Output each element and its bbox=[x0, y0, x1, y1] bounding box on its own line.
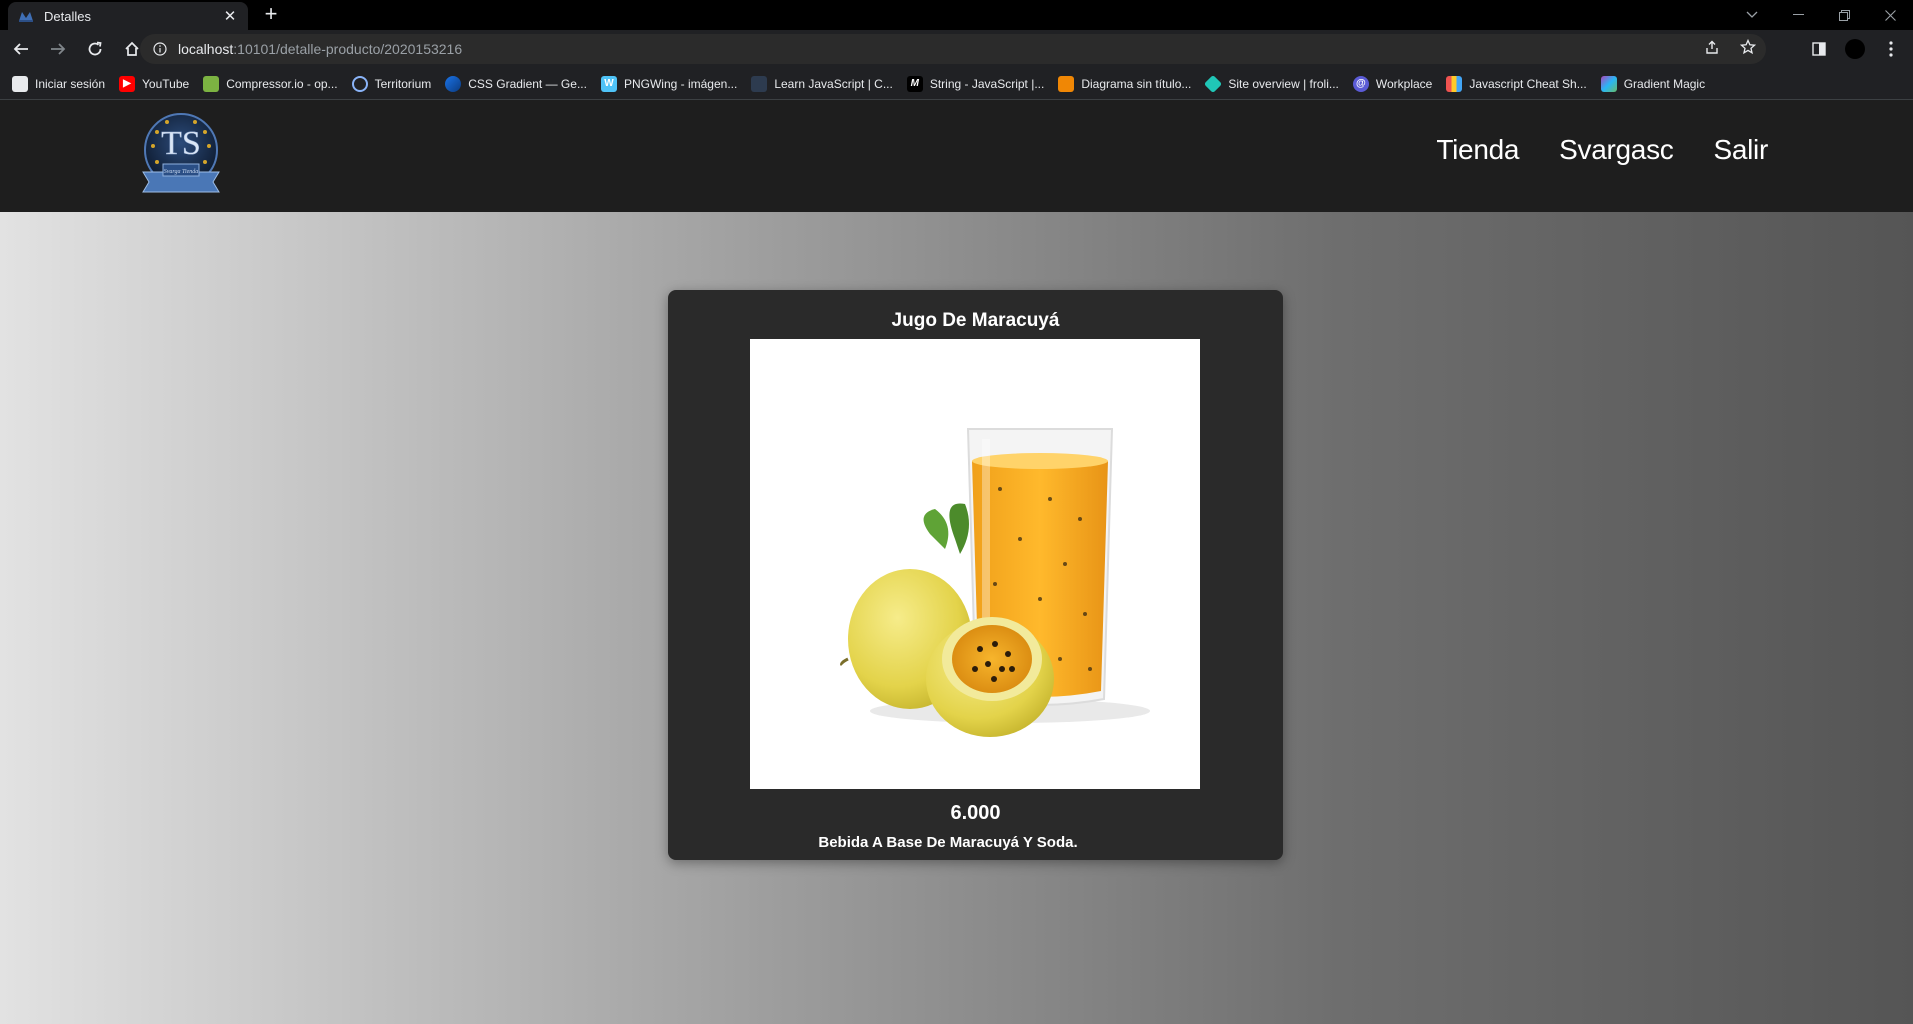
nav-link-salir[interactable]: Salir bbox=[1713, 134, 1768, 166]
bookmark-item[interactable]: Territorium bbox=[351, 75, 432, 92]
back-button[interactable] bbox=[5, 33, 37, 65]
bookmark-item[interactable]: Gradient Magic bbox=[1600, 75, 1706, 92]
passion-fruit-juice-image bbox=[750, 339, 1200, 789]
bookmark-label: Learn JavaScript | C... bbox=[774, 76, 893, 91]
product-description: Bebida A Base De Maracuyá Y Soda. bbox=[818, 834, 1078, 851]
bookmark-label: Site overview | froli... bbox=[1228, 76, 1339, 91]
url-host: localhost bbox=[178, 41, 234, 57]
logo-emblem-icon: TS Svarga Tienda bbox=[142, 113, 220, 193]
cheatsheet-icon bbox=[1446, 75, 1463, 92]
close-window-button[interactable] bbox=[1867, 0, 1913, 30]
workplace-icon: @ bbox=[1352, 75, 1369, 92]
minimize-button[interactable] bbox=[1775, 0, 1821, 30]
bookmark-label: Compressor.io - op... bbox=[226, 76, 338, 91]
restore-button[interactable] bbox=[1821, 0, 1867, 30]
new-tab-button[interactable]: + bbox=[260, 3, 282, 26]
bookmark-label: Workplace bbox=[1375, 76, 1433, 91]
youtube-icon: ▶ bbox=[119, 75, 136, 92]
bookmark-label: Javascript Cheat Sh... bbox=[1469, 76, 1587, 91]
site-header: TS Svarga Tienda Tienda Svargasc Salir bbox=[0, 100, 1913, 212]
gradient-magic-icon bbox=[1600, 75, 1617, 92]
nav-link-user[interactable]: Svargasc bbox=[1559, 134, 1674, 166]
bookmark-label: Iniciar sesión bbox=[35, 76, 106, 91]
product-title: Jugo De Maracuyá bbox=[891, 310, 1060, 331]
page-icon bbox=[12, 75, 28, 92]
address-bar[interactable]: localhost:10101/detalle-producto/2020153… bbox=[140, 34, 1766, 64]
bookmark-item[interactable]: Diagrama sin título... bbox=[1058, 75, 1192, 92]
main-content: Jugo De Maracuyá 6.000 Bebida A Base De … bbox=[0, 212, 1913, 1024]
side-panel-icon[interactable] bbox=[1807, 33, 1831, 65]
site-favicon-icon bbox=[18, 8, 34, 24]
territorium-icon bbox=[351, 75, 368, 92]
bookmark-item[interactable]: Learn JavaScript | C... bbox=[751, 75, 893, 92]
nav-link-tienda[interactable]: Tienda bbox=[1436, 134, 1519, 166]
bookmark-item[interactable]: Javascript Cheat Sh... bbox=[1446, 75, 1587, 92]
forward-arrow-icon bbox=[51, 43, 66, 55]
bookmark-item[interactable]: M String - JavaScript |... bbox=[906, 75, 1045, 92]
bookmark-item[interactable]: Iniciar sesión bbox=[12, 75, 106, 92]
product-image bbox=[750, 339, 1200, 789]
bookmark-label: CSS Gradient — Ge... bbox=[468, 76, 587, 91]
learn-js-icon bbox=[751, 75, 768, 92]
main-nav: Tienda Svargasc Salir bbox=[1436, 134, 1768, 166]
reload-icon bbox=[88, 41, 102, 56]
product-card: Jugo De Maracuyá 6.000 Bebida A Base De … bbox=[668, 290, 1283, 860]
tab-strip: Detalles ✕ + bbox=[0, 0, 1913, 30]
svg-text:TS: TS bbox=[161, 125, 201, 162]
tab-close-icon[interactable]: ✕ bbox=[222, 7, 238, 25]
netlify-icon bbox=[1204, 74, 1223, 93]
compressor-icon bbox=[203, 75, 220, 92]
bookmark-label: YouTube bbox=[142, 76, 190, 91]
bookmark-item[interactable]: Site overview | froli... bbox=[1204, 74, 1339, 93]
bookmark-item[interactable]: @ Workplace bbox=[1352, 75, 1433, 92]
svg-text:Svarga Tienda: Svarga Tienda bbox=[164, 169, 199, 175]
profile-avatar[interactable] bbox=[1843, 33, 1867, 65]
bookmark-item[interactable]: ▶ YouTube bbox=[119, 75, 190, 92]
reload-button[interactable] bbox=[79, 33, 111, 65]
bookmark-label: Diagrama sin título... bbox=[1081, 76, 1192, 91]
tab-title: Detalles bbox=[44, 8, 91, 24]
bookmarks-bar: Iniciar sesión ▶ YouTube Compressor.io -… bbox=[0, 68, 1913, 100]
menu-dots-icon[interactable] bbox=[1879, 33, 1903, 65]
bookmark-label: Gradient Magic bbox=[1623, 76, 1706, 91]
css-gradient-icon bbox=[445, 75, 462, 92]
url-path: :10101/detalle-producto/2020153216 bbox=[233, 41, 463, 57]
product-price: 6.000 bbox=[950, 802, 1001, 824]
bookmark-label: PNGWing - imágen... bbox=[623, 76, 738, 91]
bookmark-item[interactable]: W PNGWing - imágen... bbox=[600, 75, 738, 92]
site-logo[interactable]: TS Svarga Tienda bbox=[133, 106, 233, 206]
bookmark-item[interactable]: Compressor.io - op... bbox=[203, 75, 338, 92]
browser-toolbar: localhost:10101/detalle-producto/2020153… bbox=[0, 30, 1913, 68]
bookmark-star-icon[interactable] bbox=[1739, 38, 1757, 60]
window-controls bbox=[1729, 0, 1913, 30]
bookmark-label: Territorium bbox=[374, 76, 432, 91]
home-icon bbox=[125, 41, 139, 56]
bookmark-label: String - JavaScript |... bbox=[929, 76, 1045, 91]
tab-search-icon[interactable] bbox=[1729, 0, 1775, 30]
back-arrow-icon bbox=[13, 43, 28, 55]
browser-tab[interactable]: Detalles ✕ bbox=[8, 2, 248, 30]
share-icon[interactable] bbox=[1704, 39, 1720, 60]
forward-button[interactable] bbox=[42, 33, 74, 65]
bookmark-item[interactable]: CSS Gradient — Ge... bbox=[445, 75, 587, 92]
pngwing-icon: W bbox=[600, 75, 617, 92]
drawio-icon bbox=[1058, 75, 1075, 92]
site-info-icon[interactable] bbox=[152, 41, 168, 57]
mdn-icon: M bbox=[906, 75, 923, 92]
